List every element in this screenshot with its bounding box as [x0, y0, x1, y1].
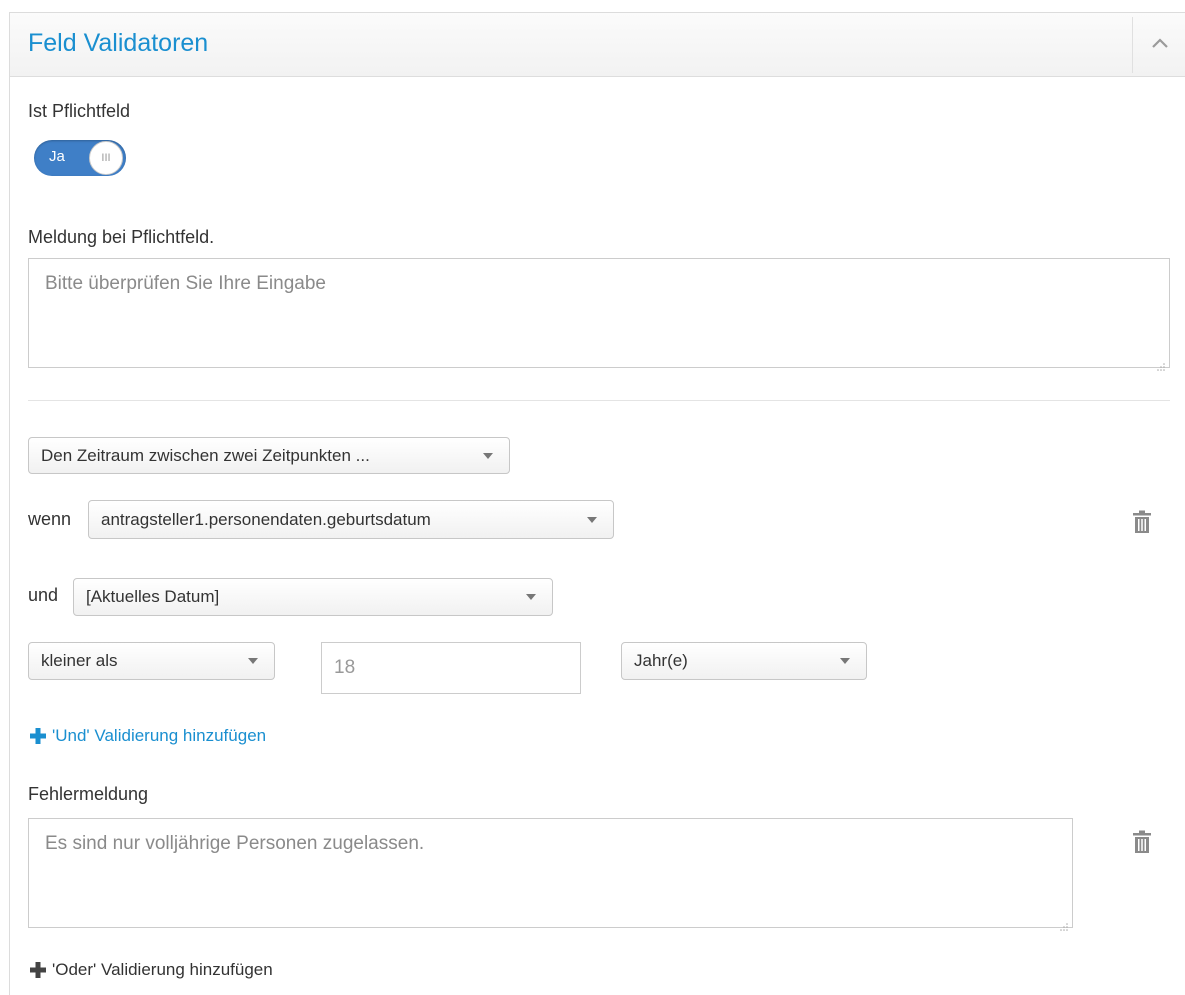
error-message-label: Fehlermeldung [28, 784, 149, 804]
required-toggle[interactable]: Ja III [34, 140, 126, 176]
validation-type-value: Den Zeitraum zwischen zwei Zeitpunkten .… [41, 445, 370, 465]
required-label: Ist Pflichtfeld [28, 101, 131, 121]
validation-type-select[interactable]: Den Zeitraum zwischen zwei Zeitpunkten .… [28, 437, 510, 474]
chevron-up-icon [1151, 36, 1169, 54]
required-message-textarea[interactable]: Bitte überprüfen Sie Ihre Eingabe [28, 258, 1170, 371]
operator-value: kleiner als [41, 651, 118, 670]
unit-select[interactable]: Jahr(e) [621, 642, 867, 680]
panel-title: Feld Validatoren [28, 29, 209, 57]
section-divider [28, 400, 1170, 401]
when-field-value: antragsteller1.personendaten.geburtsdatu… [101, 509, 431, 529]
resize-grip-icon[interactable] [1157, 355, 1165, 371]
panel-header: Feld Validatoren [10, 13, 1185, 77]
and-field-select[interactable]: [Aktuelles Datum] [73, 578, 553, 616]
value-input[interactable]: 18 [321, 642, 581, 694]
add-or-validation-link[interactable]: 'Oder' Validierung hinzufügen [30, 960, 273, 980]
plus-icon [30, 728, 46, 744]
toggle-on-text: Ja [49, 148, 65, 165]
resize-grip-icon[interactable] [1060, 915, 1068, 931]
chevron-down-icon [483, 452, 493, 459]
error-message-textarea[interactable]: Es sind nur volljährige Personen zugelas… [28, 818, 1073, 931]
add-or-validation-text: 'Oder' Validierung hinzufügen [52, 960, 273, 979]
value-placeholder: 18 [334, 657, 356, 678]
and-label: und [28, 585, 59, 605]
chevron-down-icon [248, 658, 258, 664]
chevron-down-icon [587, 516, 597, 523]
delete-condition-trash-icon[interactable] [1132, 510, 1152, 539]
collapse-button[interactable] [1132, 17, 1185, 73]
add-and-validation-link[interactable]: 'Und' Validierung hinzufügen [30, 726, 266, 746]
plus-icon [30, 962, 46, 978]
delete-validation-trash-icon[interactable] [1132, 830, 1152, 859]
toggle-knob: III [89, 141, 123, 175]
and-field-value: [Aktuelles Datum] [86, 587, 220, 606]
when-label: wenn [28, 509, 72, 529]
when-field-select[interactable]: antragsteller1.personendaten.geburtsdatu… [88, 500, 614, 539]
add-and-validation-text: 'Und' Validierung hinzufügen [52, 726, 267, 745]
required-message-label: Meldung bei Pflichtfeld. [28, 227, 215, 247]
chevron-down-icon [526, 594, 536, 600]
operator-select[interactable]: kleiner als [28, 642, 275, 680]
chevron-down-icon [840, 658, 850, 664]
unit-value: Jahr(e) [634, 651, 688, 670]
error-message-placeholder: Es sind nur volljährige Personen zugelas… [45, 833, 425, 854]
required-message-placeholder: Bitte überprüfen Sie Ihre Eingabe [45, 273, 326, 294]
